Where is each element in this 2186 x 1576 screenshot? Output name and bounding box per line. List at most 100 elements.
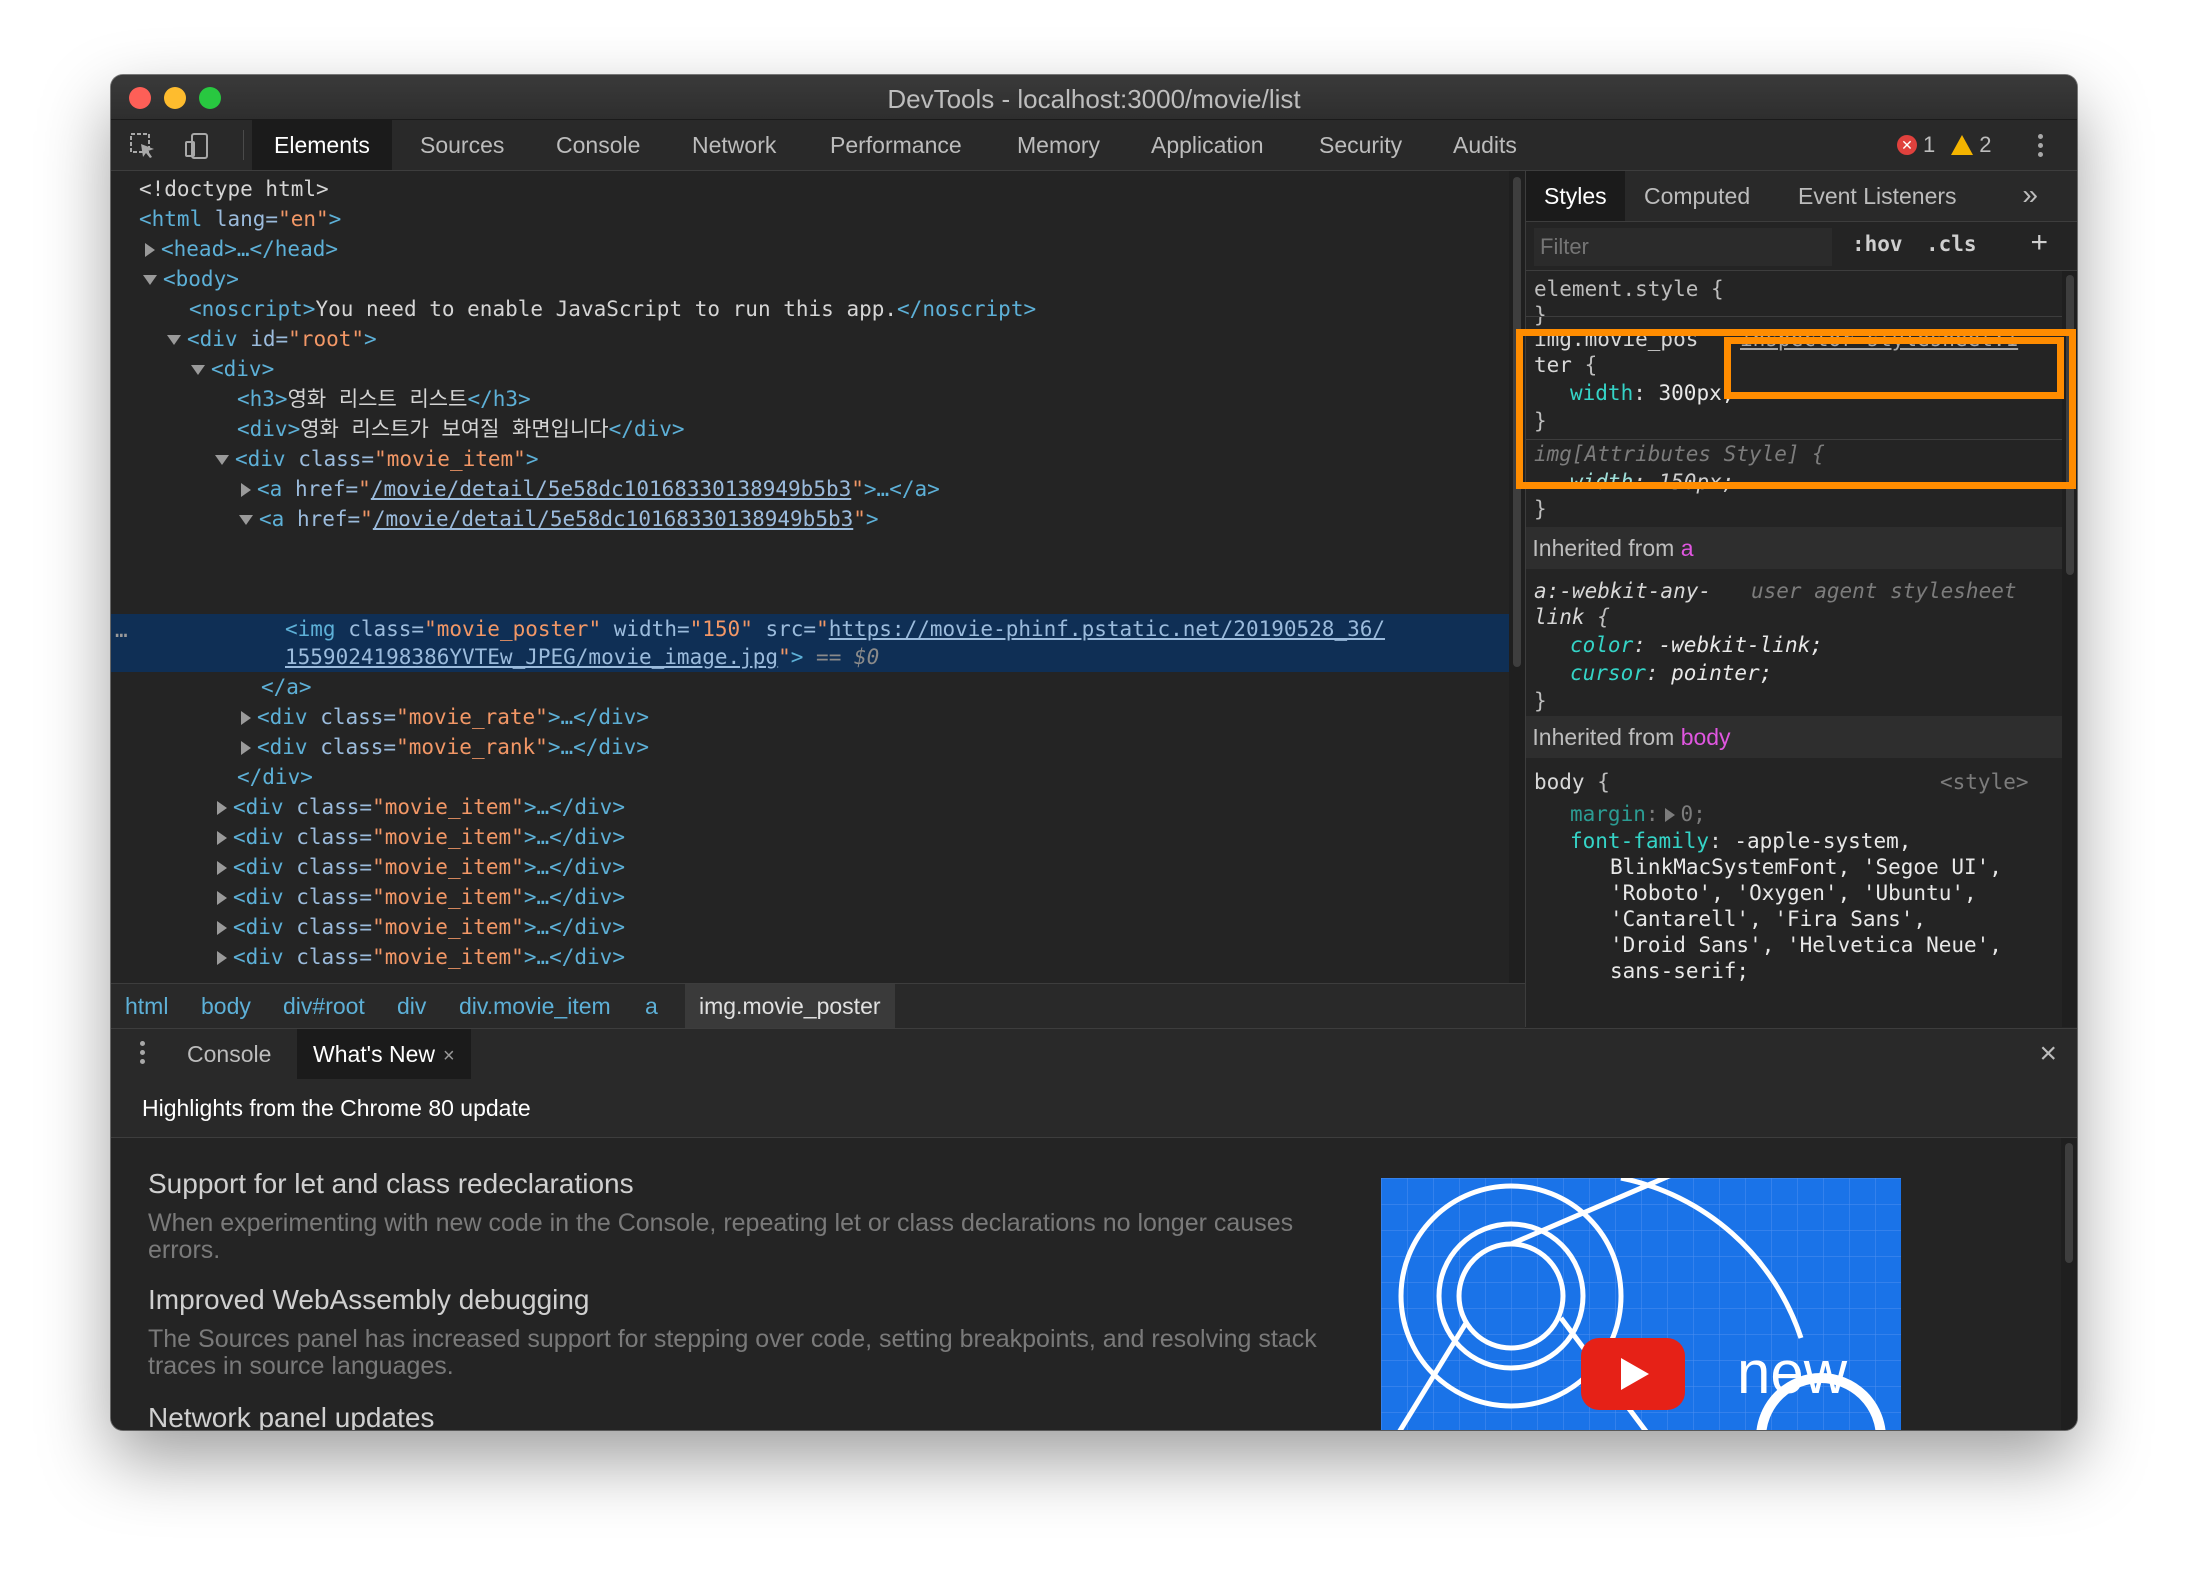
- tab-audits[interactable]: Audits: [1453, 120, 1517, 170]
- drawer-tab-console[interactable]: Console: [187, 1029, 271, 1079]
- feature-title[interactable]: Network panel updates: [148, 1402, 434, 1430]
- whats-new-scrollbar-thumb[interactable]: [2065, 1143, 2073, 1263]
- expand-arrow-icon[interactable]: [241, 711, 251, 725]
- breadcrumb-img-movie-poster[interactable]: img.movie_poster: [685, 984, 895, 1028]
- rule-source-link[interactable]: inspector-stylesheet:1: [1740, 326, 2018, 352]
- attributes-style-declaration[interactable]: width: 150px;: [1570, 469, 1734, 495]
- breadcrumb-body[interactable]: body: [201, 984, 251, 1028]
- ua-declaration-color[interactable]: color: -webkit-link;: [1570, 632, 1823, 658]
- tab-console[interactable]: Console: [556, 120, 640, 170]
- tree-a-collapsed[interactable]: <a href="/movie/detail/5e58dc10168330138…: [241, 474, 940, 504]
- tree-movie-item[interactable]: <div class="movie_item">…</div>: [217, 912, 625, 942]
- tab-event-listeners[interactable]: Event Listeners: [1798, 171, 1957, 221]
- tree-img-selected-cont[interactable]: 1559024198386YVTEw_JPEG/movie_image.jpg"…: [285, 642, 879, 672]
- expand-arrow-icon[interactable]: [241, 741, 251, 755]
- ua-rule-selector-cont[interactable]: link {: [1534, 604, 1610, 630]
- tree-head[interactable]: <head>…</head>: [145, 234, 338, 264]
- breadcrumb-div-root[interactable]: div#root: [283, 984, 365, 1028]
- tree-movie-item[interactable]: <div class="movie_item">…</div>: [217, 942, 625, 972]
- styles-scrollbar-thumb[interactable]: [2066, 275, 2074, 575]
- tab-styles[interactable]: Styles: [1526, 171, 1625, 221]
- feature-title[interactable]: Support for let and class redeclarations: [148, 1168, 634, 1200]
- body-rule-source[interactable]: <style>: [1940, 769, 2029, 795]
- img-src-link-cont[interactable]: 1559024198386YVTEw_JPEG/movie_image.jpg: [285, 645, 778, 669]
- collapse-arrow-icon[interactable]: [143, 275, 157, 285]
- drawer-tab-whats-new[interactable]: What's New ×: [297, 1029, 471, 1079]
- tree-div-root[interactable]: <div id="root">: [167, 324, 377, 354]
- img-src-link[interactable]: https://movie-phinf.pstatic.net/20190528…: [829, 617, 1385, 641]
- expand-arrow-icon[interactable]: [217, 951, 227, 965]
- href-link[interactable]: /movie/detail/5e58dc10168330138949b5b3: [373, 507, 853, 531]
- elements-scrollbar-thumb[interactable]: [1513, 177, 1521, 667]
- breadcrumb-div[interactable]: div: [397, 984, 426, 1028]
- tree-movie-rank[interactable]: <div class="movie_rank">…</div>: [241, 732, 649, 762]
- tree-movie-item[interactable]: <div class="movie_item">…</div>: [217, 882, 625, 912]
- tree-html[interactable]: <html lang="en">: [139, 204, 341, 234]
- expand-arrow-icon[interactable]: [217, 801, 227, 815]
- chrome-80-video-thumbnail[interactable]: new: [1381, 1178, 1901, 1430]
- inherited-tag-body[interactable]: body: [1681, 724, 1731, 750]
- ua-rule-selector[interactable]: a:-webkit-any-: [1534, 578, 1711, 604]
- tree-a-close[interactable]: </a>: [261, 672, 312, 702]
- more-tabs-chevron-icon[interactable]: »: [2022, 179, 2038, 211]
- youtube-play-button[interactable]: [1581, 1338, 1685, 1410]
- ua-declaration-cursor[interactable]: cursor: pointer;: [1570, 660, 1772, 686]
- customize-menu-icon[interactable]: [2038, 134, 2044, 161]
- breadcrumb-html[interactable]: html: [125, 984, 168, 1028]
- tab-computed[interactable]: Computed: [1644, 171, 1750, 221]
- tree-movie-item[interactable]: <div class="movie_item">…</div>: [217, 792, 625, 822]
- node-actions-ellipsis[interactable]: …: [115, 615, 128, 645]
- tab-security[interactable]: Security: [1319, 120, 1402, 170]
- tree-movie-item[interactable]: <div class="movie_item">…</div>: [217, 822, 625, 852]
- tree-div-text[interactable]: <div>영화 리스트가 보여질 화면입니다</div>: [237, 414, 685, 444]
- body-declaration-font-family[interactable]: font-family: -apple-system,: [1570, 828, 1911, 854]
- tab-sources[interactable]: Sources: [420, 120, 504, 170]
- expand-arrow-icon[interactable]: [217, 861, 227, 875]
- tree-doctype[interactable]: <!doctype html>: [139, 174, 329, 204]
- expand-arrow-icon[interactable]: [241, 483, 251, 497]
- styles-filter-input[interactable]: [1534, 228, 1832, 266]
- inspect-element-icon[interactable]: [129, 132, 157, 160]
- tree-div[interactable]: <div>: [191, 354, 274, 384]
- collapse-arrow-icon[interactable]: [239, 515, 253, 525]
- attributes-style-selector[interactable]: img[Attributes Style] {: [1534, 441, 1825, 467]
- collapse-arrow-icon[interactable]: [215, 455, 229, 465]
- tab-memory[interactable]: Memory: [1017, 120, 1100, 170]
- tree-movie-item-open[interactable]: <div class="movie_item">: [215, 444, 538, 474]
- tree-noscript[interactable]: <noscript>You need to enable JavaScript …: [189, 294, 1036, 324]
- issues-counter[interactable]: ✕ 1 2: [1897, 132, 1992, 158]
- tab-application[interactable]: Application: [1151, 120, 1264, 170]
- close-tab-icon[interactable]: ×: [443, 1045, 455, 1067]
- href-link[interactable]: /movie/detail/5e58dc10168330138949b5b3: [371, 477, 851, 501]
- rule-selector-cont[interactable]: ter {: [1534, 352, 1597, 378]
- tab-network[interactable]: Network: [692, 120, 776, 170]
- tree-movie-item[interactable]: <div class="movie_item">…</div>: [217, 852, 625, 882]
- breadcrumb-a[interactable]: a: [645, 984, 658, 1028]
- collapse-arrow-icon[interactable]: [167, 335, 181, 345]
- tab-performance[interactable]: Performance: [830, 120, 962, 170]
- body-declaration-margin[interactable]: margin: 0;: [1570, 801, 1706, 827]
- hov-toggle[interactable]: :hov: [1852, 232, 1903, 256]
- inherited-tag-a[interactable]: a: [1681, 535, 1694, 561]
- body-rule-selector[interactable]: body {: [1534, 769, 1610, 795]
- new-style-rule-icon[interactable]: +: [2030, 226, 2048, 260]
- rule-selector[interactable]: img.movie_pos: [1534, 326, 1698, 352]
- breadcrumb-div-movie-item[interactable]: div.movie_item: [459, 984, 611, 1028]
- expand-arrow-icon[interactable]: [217, 921, 227, 935]
- device-toolbar-icon[interactable]: [183, 132, 211, 160]
- tree-div-close[interactable]: </div>: [237, 762, 313, 792]
- tab-elements[interactable]: Elements: [252, 120, 392, 170]
- cls-toggle[interactable]: .cls: [1926, 232, 1977, 256]
- element-style-selector[interactable]: element.style {: [1534, 276, 1724, 302]
- drawer-menu-icon[interactable]: [140, 1041, 146, 1068]
- expand-shorthand-icon[interactable]: [1664, 808, 1675, 822]
- tree-img-selected[interactable]: <img class="movie_poster" width="150" sr…: [285, 614, 1385, 644]
- expand-arrow-icon[interactable]: [217, 831, 227, 845]
- expand-arrow-icon[interactable]: [145, 243, 155, 257]
- feature-title[interactable]: Improved WebAssembly debugging: [148, 1284, 590, 1316]
- close-drawer-icon[interactable]: ×: [2039, 1037, 2057, 1071]
- expand-arrow-icon[interactable]: [217, 891, 227, 905]
- collapse-arrow-icon[interactable]: [191, 365, 205, 375]
- tree-a-expanded[interactable]: <a href="/movie/detail/5e58dc10168330138…: [239, 504, 879, 534]
- tree-movie-rate[interactable]: <div class="movie_rate">…</div>: [241, 702, 649, 732]
